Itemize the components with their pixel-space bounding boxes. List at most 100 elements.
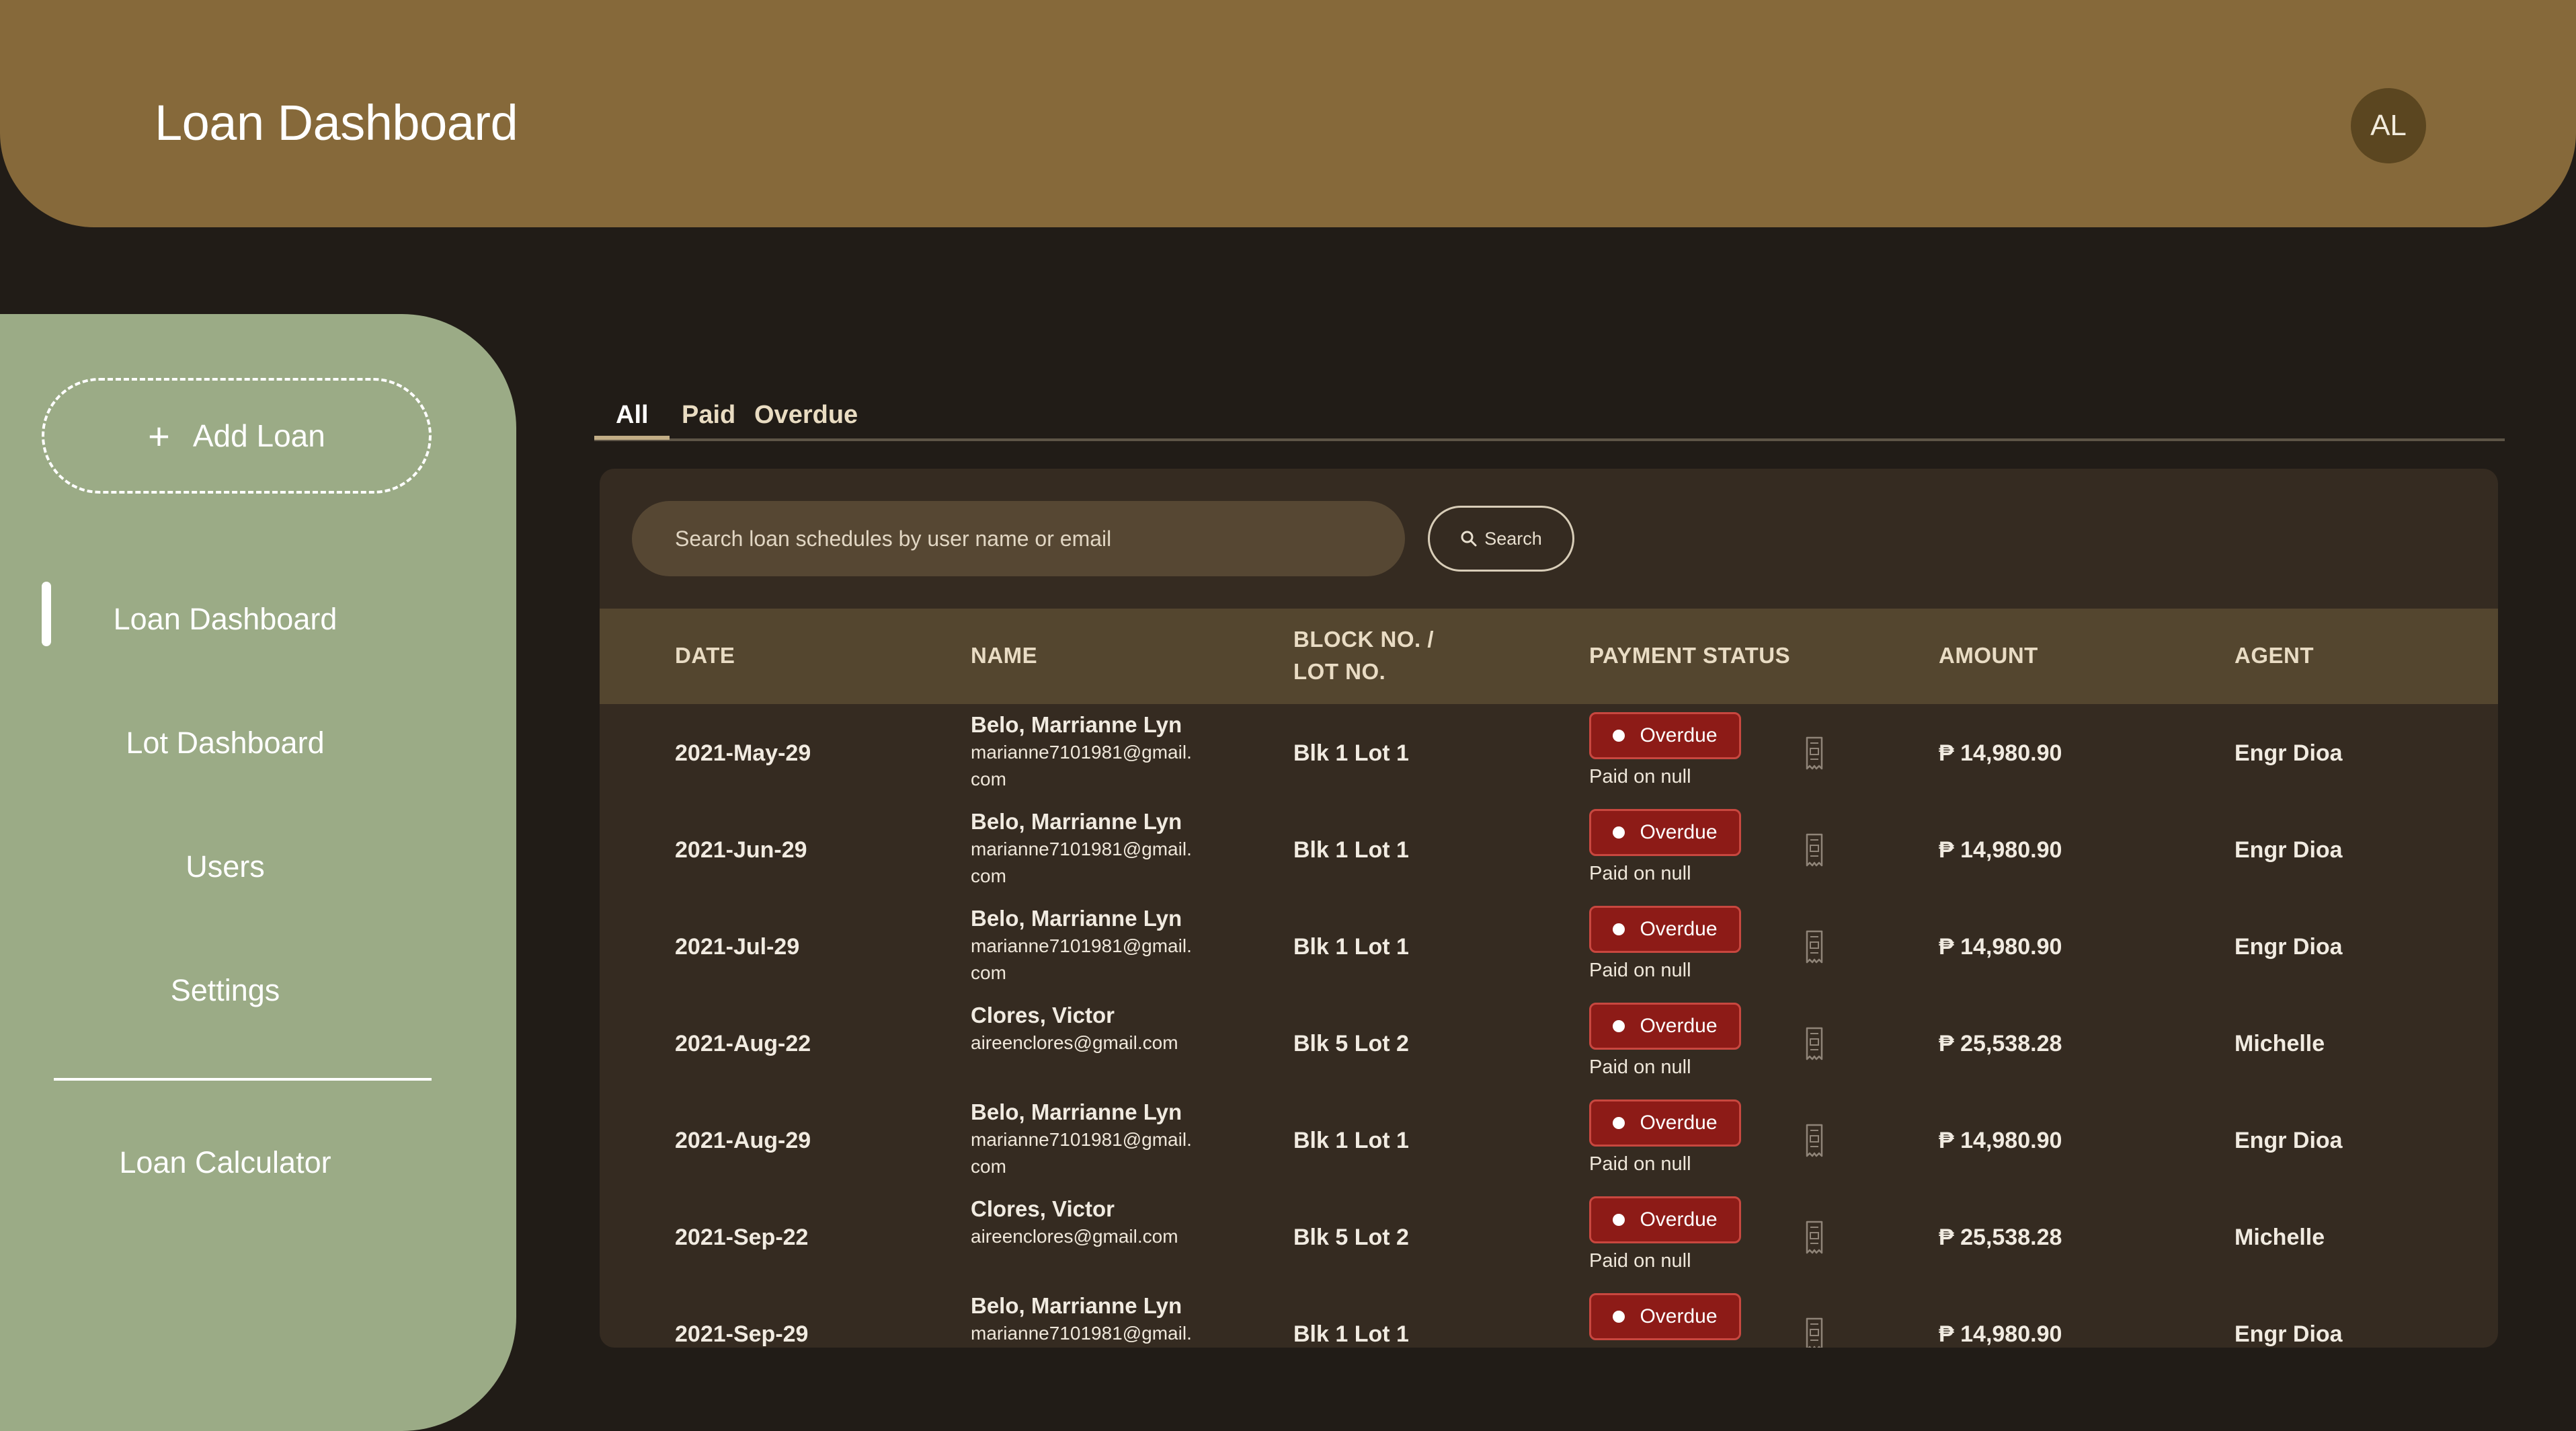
status-badge-label: Overdue <box>1640 1015 1718 1037</box>
row-user-email: marianne7101981@gmail.com <box>971 1129 1192 1177</box>
row-block-lot: Blk 5 Lot 2 <box>1293 1225 1409 1250</box>
row-block-lot: Blk 1 Lot 1 <box>1293 740 1409 766</box>
row-paid-on: Paid on null <box>1589 1056 1691 1078</box>
status-badge: Overdue <box>1589 1003 1741 1050</box>
row-user-email: aireenclores@gmail.com <box>971 1226 1178 1247</box>
table-row[interactable]: 2021-Sep-22 Clores, Victor aireenclores@gm… <box>600 1188 2498 1285</box>
row-user-email: aireenclores@gmail.com <box>971 1032 1178 1053</box>
row-agent: Engr Dioa <box>2235 1128 2343 1153</box>
row-user-name: Clores, Victor <box>971 1003 1115 1028</box>
receipt-icon[interactable] <box>1804 1316 1824 1348</box>
row-user-email: marianne7101981@gmail.com <box>971 742 1192 789</box>
row-user-email: marianne7101981@gmail.com <box>971 1323 1192 1344</box>
row-paid-on: Paid on null <box>1589 1153 1691 1175</box>
status-badge-label: Overdue <box>1640 724 1718 746</box>
row-amount: ₱ 25,538.28 <box>1939 1225 2062 1250</box>
row-agent: Michelle <box>2235 1031 2325 1056</box>
tab-overdue[interactable]: Overdue <box>754 401 858 430</box>
status-dot-icon <box>1613 730 1625 742</box>
sidebar-item-lot-dashboard[interactable]: Lot Dashboard <box>0 726 450 761</box>
table-row[interactable]: 2021-Aug-29 Belo, Marrianne Lyn marianne71… <box>600 1091 2498 1188</box>
app-header: Loan Dashboard AL <box>0 0 2576 227</box>
user-avatar[interactable]: AL <box>2351 88 2426 163</box>
row-amount: ₱ 14,980.90 <box>1939 1321 2062 1347</box>
active-tab-indicator <box>594 436 670 440</box>
row-agent: Engr Dioa <box>2235 837 2343 863</box>
row-date: 2021-Sep-22 <box>675 1225 809 1250</box>
receipt-icon[interactable] <box>1804 1026 1824 1062</box>
table-row[interactable]: 2021-May-29 Belo, Marrianne Lyn marianne71… <box>600 704 2498 801</box>
sidebar-item-loan-calculator[interactable]: Loan Calculator <box>0 1145 450 1180</box>
status-badge-label: Overdue <box>1640 1208 1718 1231</box>
row-name-cell: Belo, Marrianne Lyn marianne7101981@gmail… <box>971 1098 1199 1180</box>
add-loan-label: Add Loan <box>192 418 325 453</box>
add-loan-button[interactable]: + Add Loan <box>42 378 432 494</box>
status-badge: Overdue <box>1589 1099 1741 1147</box>
plus-icon: + <box>148 414 170 457</box>
sidebar-item-loan-dashboard[interactable]: Loan Dashboard <box>0 602 450 637</box>
sidebar-divider <box>54 1078 432 1081</box>
column-header-date: DATE <box>675 643 735 668</box>
row-date: 2021-Aug-22 <box>675 1031 811 1056</box>
row-user-email: marianne7101981@gmail.com <box>971 839 1192 886</box>
status-badge-label: Overdue <box>1640 1305 1718 1327</box>
row-name-cell: Clores, Victor aireenclores@gmail.com <box>971 1001 1199 1056</box>
column-header-block: BLOCK NO. / LOT NO. <box>1293 623 1434 688</box>
column-header-payment-status: PAYMENT STATUS <box>1589 643 1791 668</box>
row-agent: Engr Dioa <box>2235 1321 2343 1347</box>
status-badge-label: Overdue <box>1640 821 1718 843</box>
status-badge: Overdue <box>1589 906 1741 953</box>
filter-tabs: All Paid Overdue <box>594 394 2505 441</box>
receipt-icon[interactable] <box>1804 832 1824 868</box>
loan-schedule-panel: Search DATE NAME BLOCK NO. / LOT NO. PAY… <box>600 469 2498 1348</box>
column-header-name: NAME <box>971 643 1038 668</box>
row-agent: Engr Dioa <box>2235 740 2343 766</box>
status-dot-icon <box>1613 1020 1625 1032</box>
column-header-agent: AGENT <box>2235 643 2314 668</box>
status-dot-icon <box>1613 826 1625 839</box>
search-button-label: Search <box>1484 528 1542 549</box>
sidebar-item-users[interactable]: Users <box>0 849 450 884</box>
row-name-cell: Belo, Marrianne Lyn marianne7101981@gmail… <box>971 1292 1199 1348</box>
table-row[interactable]: 2021-Jul-29 Belo, Marrianne Lyn marianne71… <box>600 898 2498 995</box>
column-header-amount: AMOUNT <box>1939 643 2038 668</box>
row-agent: Michelle <box>2235 1225 2325 1250</box>
row-amount: ₱ 14,980.90 <box>1939 740 2062 766</box>
search-input[interactable] <box>632 501 1405 576</box>
row-user-name: Belo, Marrianne Lyn <box>971 906 1182 931</box>
status-badge: Overdue <box>1589 712 1741 759</box>
row-name-cell: Clores, Victor aireenclores@gmail.com <box>971 1195 1199 1250</box>
row-amount: ₱ 14,980.90 <box>1939 837 2062 863</box>
table-row[interactable]: 2021-Sep-29 Belo, Marrianne Lyn marianne71… <box>600 1285 2498 1348</box>
sidebar: + Add Loan Loan Dashboard Lot Dashboard … <box>0 314 516 1431</box>
row-user-name: Belo, Marrianne Lyn <box>971 1099 1182 1124</box>
status-dot-icon <box>1613 1311 1625 1323</box>
status-dot-icon <box>1613 923 1625 935</box>
tab-all[interactable]: All <box>616 401 649 430</box>
table-header: DATE NAME BLOCK NO. / LOT NO. PAYMENT ST… <box>600 609 2498 704</box>
row-agent: Engr Dioa <box>2235 934 2343 960</box>
row-paid-on: Paid on null <box>1589 1347 1691 1348</box>
sidebar-item-settings[interactable]: Settings <box>0 973 450 1008</box>
row-date: 2021-May-29 <box>675 740 811 766</box>
row-user-email: marianne7101981@gmail.com <box>971 935 1192 983</box>
row-amount: ₱ 14,980.90 <box>1939 934 2062 960</box>
tab-paid[interactable]: Paid <box>682 401 735 430</box>
table-row[interactable]: 2021-Aug-22 Clores, Victor aireenclores@gm… <box>600 995 2498 1091</box>
row-block-lot: Blk 1 Lot 1 <box>1293 837 1409 863</box>
receipt-icon[interactable] <box>1804 929 1824 965</box>
row-name-cell: Belo, Marrianne Lyn marianne7101981@gmail… <box>971 711 1199 793</box>
row-name-cell: Belo, Marrianne Lyn marianne7101981@gmail… <box>971 904 1199 987</box>
row-paid-on: Paid on null <box>1589 960 1691 981</box>
row-user-name: Belo, Marrianne Lyn <box>971 1293 1182 1318</box>
status-dot-icon <box>1613 1214 1625 1226</box>
page-title: Loan Dashboard <box>155 95 518 151</box>
table-row[interactable]: 2021-Jun-29 Belo, Marrianne Lyn marianne71… <box>600 801 2498 898</box>
search-button[interactable]: Search <box>1428 506 1574 572</box>
row-block-lot: Blk 1 Lot 1 <box>1293 1128 1409 1153</box>
receipt-icon[interactable] <box>1804 1122 1824 1159</box>
receipt-icon[interactable] <box>1804 1219 1824 1255</box>
receipt-icon[interactable] <box>1804 735 1824 771</box>
row-date: 2021-Jul-29 <box>675 934 800 960</box>
column-header-block-line1: BLOCK NO. / <box>1293 627 1434 652</box>
